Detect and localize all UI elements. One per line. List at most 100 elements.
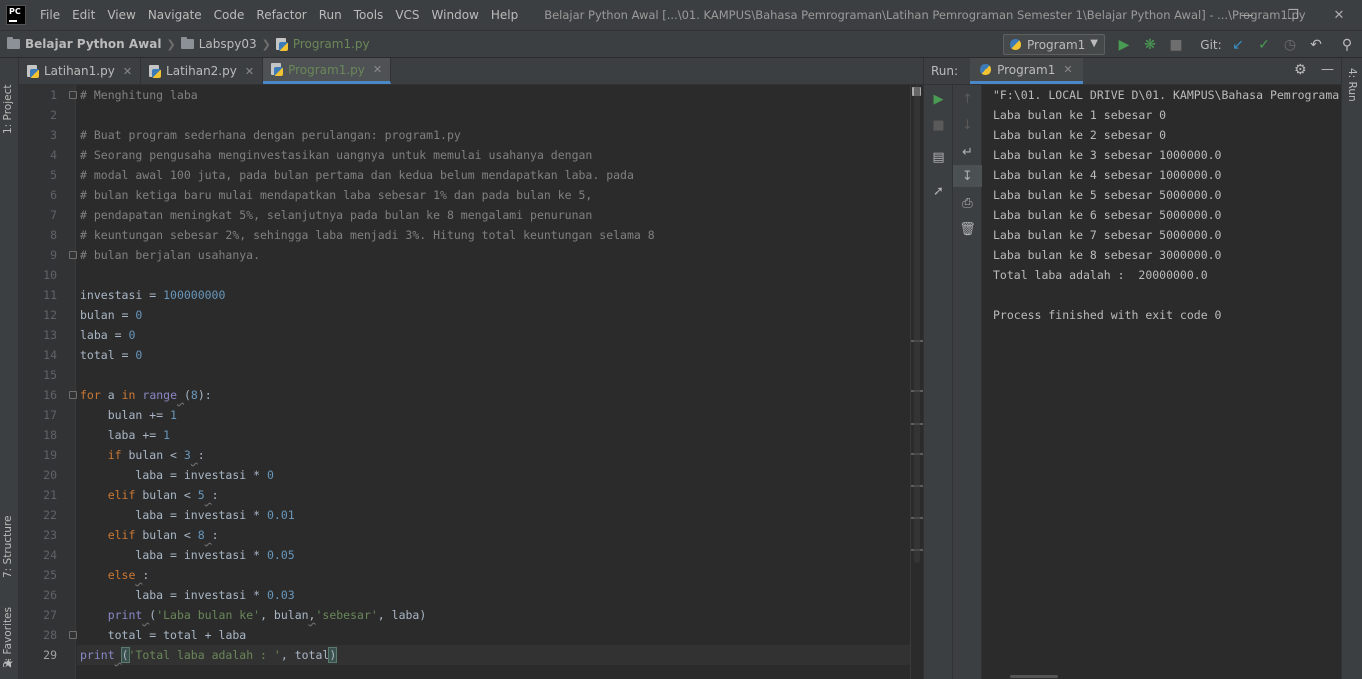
close-tab-icon[interactable]: ✕ [1063, 63, 1072, 76]
menu-run[interactable]: Run [313, 0, 348, 30]
menu-navigate[interactable]: Navigate [142, 0, 208, 30]
run-tab-program1[interactable]: Program1 ✕ [970, 58, 1083, 84]
run-console-toolbar: ↑ ↓ ↵ ↧ ⎙ 🗑 [953, 85, 982, 679]
code-line: # Menghitung laba [80, 88, 198, 102]
debug-icon[interactable]: ❋ [1139, 34, 1161, 56]
line-number: 8 [50, 228, 57, 242]
print-icon[interactable]: ⎙ [953, 192, 982, 214]
code-line: # bulan ketiga baru mulai mendapatkan la… [80, 188, 593, 202]
folder-icon [7, 37, 20, 49]
pin-icon[interactable]: ➚ [924, 180, 953, 202]
stop-icon[interactable]: ■ [924, 114, 953, 136]
fold-marker-icon[interactable] [69, 391, 77, 399]
rollback-icon[interactable]: ↶ [1305, 34, 1327, 56]
menu-edit[interactable]: Edit [66, 0, 101, 30]
editor-tab-bar: Latihan1.py ✕ Latihan2.py ✕ Program1.py … [19, 58, 923, 85]
breadcrumb-folder[interactable]: Labspy03 ❯ [180, 37, 276, 51]
line-number: 20 [43, 468, 57, 482]
trash-icon[interactable]: 🗑 [953, 218, 982, 240]
project-tool-tab[interactable]: 1: Project [2, 68, 14, 134]
structure-tool-tab[interactable]: 7: Structure [2, 498, 14, 578]
console-line: Total laba adalah : 20000000.0 [993, 268, 1208, 282]
console-line: "F:\01. LOCAL DRIVE D\01. KAMPUS\Bahasa … [993, 88, 1340, 102]
code-editor[interactable]: # Menghitung laba # Buat program sederha… [77, 85, 910, 679]
console-line: Process finished with exit code 0 [993, 308, 1222, 322]
line-number: 5 [50, 168, 57, 182]
console-horizontal-scroll-thumb[interactable] [1010, 675, 1058, 678]
menu-vcs[interactable]: VCS [389, 0, 425, 30]
close-icon[interactable]: ✕ [1316, 0, 1362, 30]
search-icon[interactable]: ⚲ [1336, 34, 1358, 56]
line-number: 2 [50, 108, 57, 122]
close-tab-icon[interactable]: ✕ [373, 63, 382, 76]
code-line: # bulan berjalan usahanya. [80, 248, 261, 262]
breadcrumb-file[interactable]: Program1.py [275, 37, 370, 51]
right-tool-strip: 4: Run [1341, 58, 1362, 679]
soft-wrap-icon[interactable]: ↵ [953, 141, 982, 163]
folder-icon [180, 37, 194, 49]
editor-scroll-thumb[interactable] [914, 85, 920, 563]
git-label: Git: [1200, 38, 1222, 52]
menu-tools[interactable]: Tools [348, 0, 390, 30]
code-line: laba += 1 [107, 428, 171, 442]
line-number: 23 [43, 528, 57, 542]
code-line: # pendapatan meningkat 5%, selanjutnya p… [80, 208, 593, 222]
line-number: 21 [43, 488, 57, 502]
run-icon[interactable]: ▶ [1113, 34, 1135, 56]
hide-icon[interactable]: — [1321, 62, 1334, 77]
code-line: else : [107, 568, 150, 582]
code-line: # Seorang pengusaha menginvestasikan uan… [80, 148, 593, 162]
menu-view[interactable]: View [101, 0, 141, 30]
menu-bar: PC File Edit View Navigate Code Refactor… [0, 0, 1362, 30]
run-tool-tab[interactable]: 4: Run [1346, 68, 1358, 102]
line-number: 3 [50, 128, 57, 142]
fold-marker-icon[interactable] [69, 631, 77, 639]
run-console-output[interactable]: "F:\01. LOCAL DRIVE D\01. KAMPUS\Bahasa … [982, 85, 1341, 679]
restore-layout-icon[interactable]: ▤ [924, 146, 953, 168]
tab-latihan1[interactable]: Latihan1.py ✕ [19, 58, 142, 84]
line-number: 28 [43, 628, 57, 642]
line-number: 15 [43, 368, 57, 382]
code-line: elif bulan < 8 : [107, 528, 219, 542]
close-tab-icon[interactable]: ✕ [123, 65, 132, 78]
vcs-update-icon[interactable]: ↙ [1227, 34, 1249, 56]
code-line: print ('Laba bulan ke', bulan,'sebesar',… [107, 608, 427, 622]
arrow-up-icon[interactable]: ↑ [953, 88, 982, 110]
minimize-icon[interactable]: — [1224, 0, 1270, 30]
close-tab-icon[interactable]: ✕ [245, 65, 254, 78]
fold-marker-icon[interactable] [69, 91, 77, 99]
line-number: 12 [43, 308, 57, 322]
scroll-to-end-icon[interactable]: ↧ [953, 165, 982, 187]
history-icon[interactable]: ◷ [1279, 34, 1301, 56]
python-file-icon [275, 37, 288, 51]
menu-help[interactable]: Help [485, 0, 524, 30]
menu-refactor[interactable]: Refactor [250, 0, 312, 30]
run-configuration-select[interactable]: Program1 ▼ [1003, 34, 1105, 55]
menu-code[interactable]: Code [208, 0, 251, 30]
line-number: 6 [50, 188, 57, 202]
fold-marker-icon[interactable] [69, 251, 77, 259]
line-number: 18 [43, 428, 57, 442]
line-number: 19 [43, 448, 57, 462]
code-line: # modal awal 100 juta, pada bulan pertam… [80, 168, 634, 182]
line-number: 10 [43, 268, 57, 282]
editor-scrollbar[interactable] [910, 85, 923, 679]
code-line: investasi = 100000000 [80, 288, 226, 302]
code-line: laba = 0 [80, 328, 136, 342]
vcs-commit-icon[interactable]: ✓ [1253, 34, 1275, 56]
arrow-down-icon[interactable]: ↓ [953, 114, 982, 136]
line-number: 1 [50, 88, 57, 102]
breadcrumb-project[interactable]: Belajar Python Awal ❯ [7, 37, 181, 51]
rerun-icon[interactable]: ▶ [924, 88, 953, 110]
menu-window[interactable]: Window [426, 0, 485, 30]
gear-icon[interactable]: ⚙ [1294, 62, 1307, 78]
maximize-icon[interactable]: ❐ [1270, 0, 1316, 30]
stop-icon[interactable]: ■ [1165, 34, 1187, 56]
tab-program1[interactable]: Program1.py ✕ [263, 58, 392, 84]
tab-latihan2[interactable]: Latihan2.py ✕ [141, 58, 264, 84]
line-number: 14 [43, 348, 57, 362]
line-number: 4 [50, 148, 57, 162]
python-file-icon [271, 63, 284, 76]
code-line: bulan += 1 [107, 408, 177, 422]
menu-file[interactable]: File [34, 0, 66, 30]
